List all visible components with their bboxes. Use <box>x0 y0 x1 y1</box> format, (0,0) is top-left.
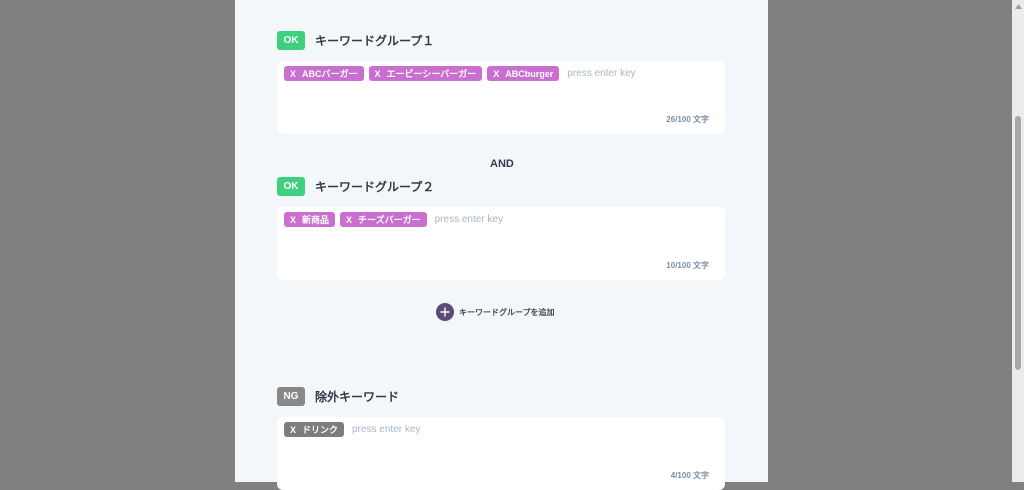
keyword-tag: X チーズバーガー <box>340 212 427 227</box>
keyword-tag-label: 新商品 <box>302 215 330 225</box>
keyword-group-1-title: キーワードグループ１ <box>315 34 435 48</box>
ng-badge: NG <box>277 387 305 406</box>
ok-badge: OK <box>277 177 305 196</box>
remove-x-icon[interactable]: X <box>290 425 296 435</box>
keyword-tag: X ABCバーガー <box>284 66 364 81</box>
character-counter: 4/100 文字 <box>670 471 709 480</box>
keyword-settings-panel: OK キーワードグループ１ X ABCバーガー X エービーシーバーガー X A… <box>235 0 768 490</box>
keyword-group-2-header: OK キーワードグループ２ <box>277 177 434 196</box>
exclude-keywords-input-box[interactable]: X ドリンク 4/100 文字 <box>277 417 725 490</box>
keyword-tag: X エービーシーバーガー <box>368 66 483 81</box>
keyword-tag: X ABCburger <box>487 66 560 81</box>
remove-x-icon[interactable]: X <box>290 215 296 225</box>
scroll-up-arrow-icon[interactable] <box>1012 0 1024 12</box>
keyword-entry-input[interactable] <box>349 424 473 435</box>
keyword-tag-label: チーズバーガー <box>358 215 421 225</box>
keyword-entry-input[interactable] <box>564 68 688 79</box>
character-counter: 26/100 文字 <box>666 115 709 124</box>
add-keyword-group-label[interactable]: キーワードグループを追加 <box>459 307 555 318</box>
remove-x-icon[interactable]: X <box>375 69 381 79</box>
keyword-tag-label: ABCburger <box>505 68 554 79</box>
plus-icon[interactable] <box>436 303 454 321</box>
keyword-tag-label: ABCバーガー <box>302 69 358 79</box>
exclude-keywords-header: NG 除外キーワード <box>277 387 399 406</box>
remove-x-icon[interactable]: X <box>290 69 296 79</box>
remove-x-icon[interactable]: X <box>493 69 499 79</box>
keyword-tag-label: ドリンク <box>302 425 339 435</box>
keyword-group-2-input-box[interactable]: X 新商品 X チーズバーガー 10/100 文字 <box>277 207 725 280</box>
vertical-scrollbar[interactable] <box>1012 0 1024 482</box>
keyword-group-1-input-box[interactable]: X ABCバーガー X エービーシーバーガー X ABCburger 26/10… <box>277 61 725 134</box>
character-counter: 10/100 文字 <box>666 261 709 270</box>
keyword-tag-label: エービーシーバーガー <box>386 69 477 79</box>
keyword-entry-input[interactable] <box>431 214 555 225</box>
scrollbar-thumb[interactable] <box>1015 116 1021 370</box>
keyword-group-1-header: OK キーワードグループ１ <box>277 31 434 50</box>
ok-badge: OK <box>277 31 305 50</box>
keyword-group-2-title: キーワードグループ２ <box>315 180 435 194</box>
and-separator: AND <box>490 158 514 170</box>
keyword-tag: X ドリンク <box>284 422 345 437</box>
keyword-tag: X 新商品 <box>284 212 336 227</box>
exclude-keywords-title: 除外キーワード <box>315 390 400 404</box>
remove-x-icon[interactable]: X <box>346 215 352 225</box>
add-keyword-group-button[interactable]: キーワードグループを追加 <box>436 303 555 321</box>
